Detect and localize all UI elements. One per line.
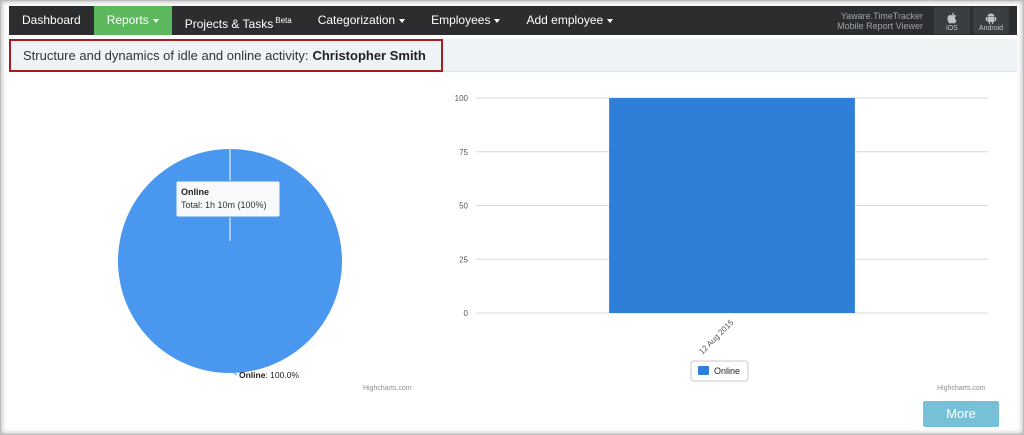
title-user-name: Christopher Smith	[312, 48, 426, 63]
nav-projects-tasks[interactable]: Projects & Tasks Beta	[172, 6, 305, 35]
legend-label[interactable]: Online	[714, 366, 740, 376]
mobile-line-1: Yaware.TimeTracker	[840, 10, 923, 21]
y-tick-label: 100	[455, 94, 469, 103]
tooltip-title: Online	[181, 187, 209, 197]
top-navbar: Dashboard Reports Projects & Tasks Beta C…	[9, 6, 1017, 35]
android-label: Android	[978, 25, 1004, 32]
ios-app-button[interactable]: iOS	[934, 7, 970, 34]
nav-add-employee[interactable]: Add employee	[513, 6, 626, 35]
pie-credit: Highcharts.com	[363, 385, 412, 392]
beta-badge: Beta	[275, 16, 292, 25]
y-tick-label: 50	[459, 202, 468, 211]
app-frame: Dashboard Reports Projects & Tasks Beta C…	[0, 0, 1024, 435]
y-tick-label: 75	[459, 148, 468, 157]
x-tick-label: 12 Aug 2015	[697, 318, 736, 357]
chevron-down-icon	[399, 18, 406, 23]
page-title: Structure and dynamics of idle and onlin…	[9, 39, 443, 72]
chevron-down-icon	[494, 18, 501, 23]
bar-online[interactable]	[609, 98, 855, 313]
pie-label-value: : 100.0%	[265, 370, 299, 380]
tooltip-text: Total: 1h 10m (100%)	[181, 200, 267, 210]
mobile-line-2: Mobile Report Viewer	[837, 20, 923, 31]
bar-credit: Highcharts.com	[937, 385, 986, 392]
apple-icon	[947, 12, 957, 24]
nav-dashboard[interactable]: Dashboard	[9, 6, 94, 35]
more-button[interactable]: More	[923, 401, 999, 427]
y-tick-label: 0	[464, 309, 469, 318]
pie-label-name: Online	[239, 370, 266, 380]
mobile-viewer-text: Yaware.TimeTracker Mobile Report Viewer	[837, 11, 923, 31]
nav-categorization[interactable]: Categorization	[305, 6, 418, 35]
android-icon	[985, 13, 997, 24]
android-app-button[interactable]: Android	[973, 7, 1009, 34]
legend-swatch	[698, 366, 709, 375]
y-tick-label: 25	[459, 255, 468, 264]
chevron-down-icon	[152, 18, 159, 23]
pie-chart: Online Total: 1h 10m (100%) Online: 100.…	[118, 149, 412, 392]
title-prefix: Structure and dynamics of idle and onlin…	[23, 48, 309, 63]
pie-tooltip: Online Total: 1h 10m (100%)	[175, 180, 281, 218]
bar-chart: 0 25 50 75 100 12 Aug 2015 Online Highcharts.co…	[455, 94, 988, 392]
mobile-apps: Yaware.TimeTracker Mobile Report Viewer …	[837, 6, 1009, 35]
chevron-down-icon	[607, 18, 614, 23]
nav-employees[interactable]: Employees	[418, 6, 513, 35]
pie-data-label: Online: 100.0%	[239, 370, 299, 380]
ios-label: iOS	[946, 25, 958, 32]
nav-reports[interactable]: Reports	[93, 6, 172, 35]
